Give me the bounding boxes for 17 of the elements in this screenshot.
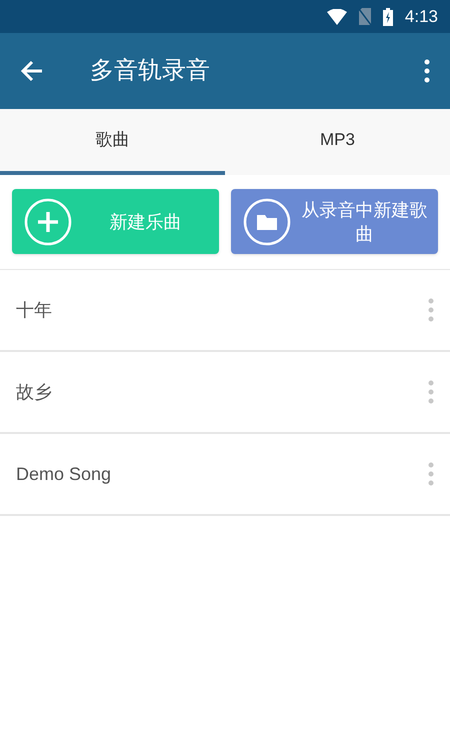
song-row[interactable]: 故乡 [0,352,450,434]
song-title: 十年 [16,298,53,322]
tab[interactable]: 歌曲 [0,109,225,175]
song-row[interactable]: 十年 [0,270,450,352]
wifi-icon [326,8,347,24]
status-time: 4:13 [404,6,438,28]
folder-icon [243,198,291,246]
app-title: 多音轨录音 [90,56,211,86]
battery-charging-icon [382,8,393,26]
tab[interactable]: MP3 [225,109,450,175]
no-sim-icon [358,8,371,25]
song-title: 故乡 [16,380,53,404]
more-options-icon[interactable] [424,59,430,83]
song-title: Demo Song [16,462,112,486]
song-row[interactable]: Demo Song [0,434,450,516]
plus-icon [24,198,72,246]
back-arrow-icon[interactable] [20,60,44,82]
